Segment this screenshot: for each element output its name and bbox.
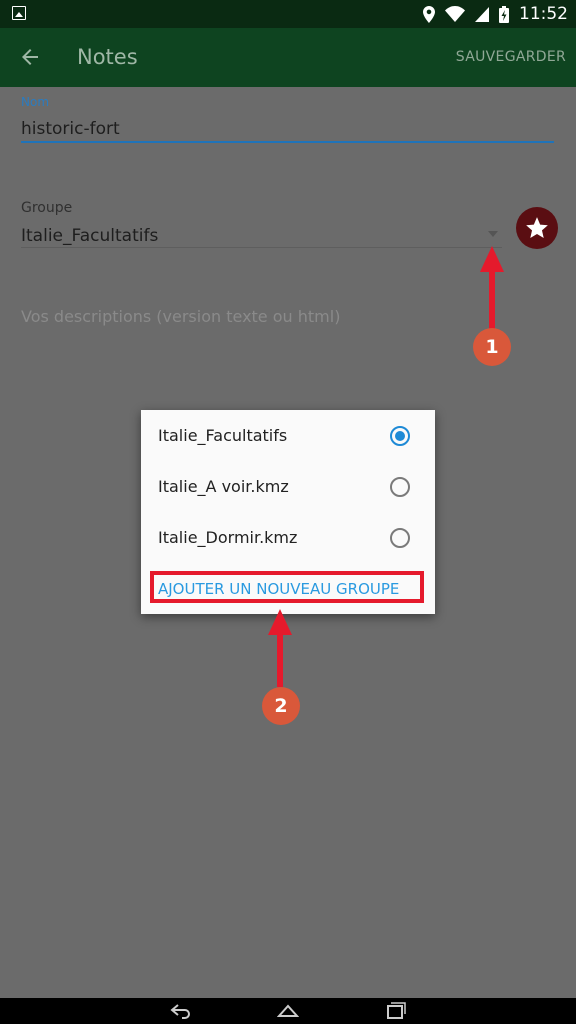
star-icon bbox=[526, 217, 548, 238]
group-option-label: Italie_Dormir.kmz bbox=[158, 528, 298, 547]
battery-charging-icon bbox=[499, 5, 509, 23]
nom-underline bbox=[21, 141, 554, 143]
radio-unselected-icon[interactable] bbox=[390, 477, 410, 497]
favorite-button[interactable] bbox=[516, 207, 558, 249]
save-button[interactable]: SAUVEGARDER bbox=[456, 49, 566, 65]
nom-input[interactable]: historic-fort bbox=[21, 119, 120, 139]
group-option-label: Italie_A voir.kmz bbox=[158, 477, 289, 496]
group-option[interactable]: Italie_Facultatifs bbox=[141, 410, 435, 460]
home-nav-icon[interactable] bbox=[277, 1002, 299, 1020]
back-nav-icon[interactable] bbox=[170, 1002, 192, 1020]
navigation-bar bbox=[0, 998, 576, 1024]
add-new-group-label: AJOUTER UN NOUVEAU GROUPE bbox=[158, 580, 400, 598]
annotation-arrow-2 bbox=[268, 609, 292, 687]
gallery-notification-icon bbox=[12, 6, 26, 20]
radio-unselected-icon[interactable] bbox=[390, 528, 410, 548]
group-option[interactable]: Italie_A voir.kmz bbox=[141, 461, 435, 511]
status-bar: 11:52 bbox=[0, 0, 576, 28]
groupe-label: Groupe bbox=[21, 200, 73, 216]
groupe-select[interactable]: Italie_Facultatifs bbox=[21, 226, 158, 246]
recents-nav-icon[interactable] bbox=[384, 1002, 406, 1020]
app-bar: Notes SAUVEGARDER bbox=[0, 28, 576, 87]
status-icons: 11:52 bbox=[423, 0, 568, 28]
group-option[interactable]: Italie_Dormir.kmz bbox=[141, 512, 435, 562]
back-arrow-icon[interactable] bbox=[18, 45, 42, 69]
nom-label: Nom bbox=[21, 95, 50, 109]
wifi-icon bbox=[445, 6, 465, 22]
radio-selected-icon[interactable] bbox=[390, 426, 410, 446]
dropdown-caret-icon[interactable] bbox=[488, 231, 498, 237]
page-title: Notes bbox=[77, 45, 138, 69]
status-time: 11:52 bbox=[519, 4, 568, 24]
group-option-label: Italie_Facultatifs bbox=[158, 426, 288, 445]
location-icon bbox=[423, 5, 435, 23]
step-badge-2: 2 bbox=[262, 687, 300, 725]
signal-icon bbox=[475, 6, 489, 22]
add-new-group-button[interactable]: AJOUTER UN NOUVEAU GROUPE bbox=[150, 571, 424, 603]
annotation-arrow-1 bbox=[480, 246, 504, 332]
description-input[interactable]: Vos descriptions (version texte ou html) bbox=[21, 307, 340, 326]
groupe-underline bbox=[21, 247, 502, 248]
step-badge-1: 1 bbox=[473, 328, 511, 366]
